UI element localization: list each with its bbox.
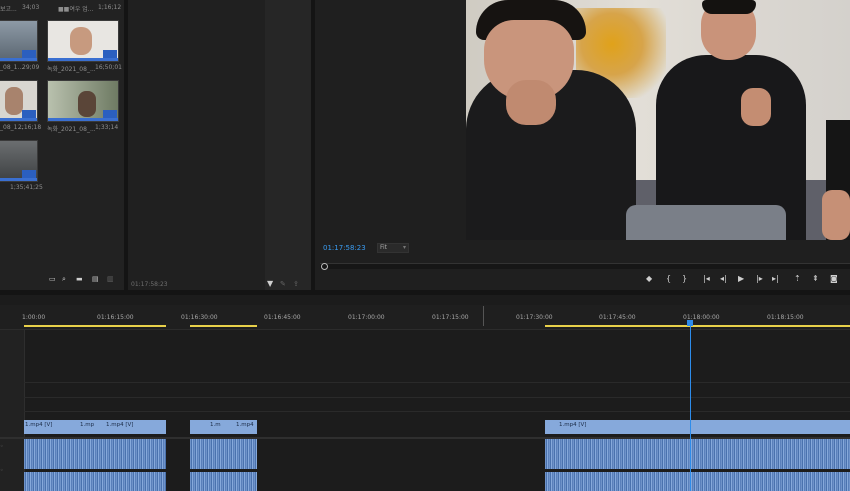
export-frame-icon[interactable]: ◙ xyxy=(830,274,838,284)
track-header-column xyxy=(0,330,25,491)
work-area-bar xyxy=(545,325,850,327)
program-video-frame[interactable] xyxy=(466,0,850,240)
work-area-bar xyxy=(190,325,257,327)
project-thumbnail[interactable] xyxy=(47,80,119,122)
track-divider xyxy=(24,382,850,383)
folder-icon[interactable]: ▬ xyxy=(76,274,83,284)
ruler-center-mark xyxy=(483,306,484,326)
ruler-tick-label: 01:16:15:00 xyxy=(97,314,134,321)
program-timecode[interactable]: 01:17:58:23 xyxy=(323,244,366,252)
track-divider xyxy=(24,411,850,412)
fit-dropdown[interactable]: Fit ▾ xyxy=(377,243,409,253)
person-right-hand xyxy=(741,88,771,126)
wrench-icon[interactable]: ✎ xyxy=(280,279,286,289)
project-thumbnail[interactable] xyxy=(0,80,38,122)
audio-track-icon[interactable]: ◦ xyxy=(0,466,4,476)
new-bin-icon[interactable]: ▭ xyxy=(49,274,56,284)
video-clip[interactable]: 1.mp4 [V] 1.mp 1.mp4 [V] xyxy=(24,420,166,434)
step-forward-icon[interactable]: |▸ xyxy=(756,274,763,284)
play-icon[interactable]: ▶ xyxy=(738,274,744,284)
person-edge-arm xyxy=(822,190,850,240)
source-panel-inner xyxy=(265,0,311,290)
project-thumbnail[interactable] xyxy=(0,20,38,62)
extract-icon[interactable]: ⇞ xyxy=(812,274,819,284)
project-item-duration: 1;33;14 xyxy=(95,124,119,131)
project-item-duration: 1;35;41;25 xyxy=(10,184,43,191)
project-item-duration: 29;09 xyxy=(22,64,40,71)
video-clip[interactable]: 1.mp4 [V] xyxy=(545,420,850,434)
mark-in-icon[interactable]: { xyxy=(666,274,671,284)
source-panel xyxy=(128,0,265,290)
clip-label: 1.mp4 [V] xyxy=(25,422,53,428)
project-item-name: ■■여우 업... xyxy=(58,6,94,13)
lift-icon[interactable]: ⇡ xyxy=(794,274,801,284)
audio-track-icon[interactable]: ◦ xyxy=(0,442,4,452)
ruler-tick-label: 01:17:30:00 xyxy=(516,314,553,321)
audio-clip[interactable] xyxy=(24,472,166,491)
project-item-name: 녹화_2021_08_... xyxy=(47,126,96,133)
timeline-playhead-line[interactable] xyxy=(690,326,691,491)
clip-label: 1.m xyxy=(210,422,221,428)
ruler-tick-label: 01:16:30:00 xyxy=(181,314,218,321)
ruler-tick-label: 01:17:45:00 xyxy=(599,314,636,321)
audio-clip[interactable] xyxy=(190,439,257,469)
step-back-icon[interactable]: ◂| xyxy=(720,274,727,284)
go-to-in-icon[interactable]: |◂ xyxy=(703,274,710,284)
project-item-duration: 16;50;01 xyxy=(95,64,122,71)
clip-label: 1.mp4 [V] xyxy=(106,422,134,428)
person-right-hair xyxy=(702,0,756,14)
ruler-tick-label: 01:18:15:00 xyxy=(767,314,804,321)
mark-out-icon[interactable]: } xyxy=(682,274,687,284)
project-item-name: 녹화_2021_08_... xyxy=(47,66,96,73)
new-item-icon[interactable]: ▤ xyxy=(92,274,99,284)
track-divider xyxy=(24,397,850,398)
fit-dropdown-label: Fit xyxy=(380,244,388,251)
audio-clip[interactable] xyxy=(24,439,166,469)
project-item-duration: 34;03 xyxy=(22,4,40,11)
work-area-bar xyxy=(24,325,166,327)
person-right-pants xyxy=(626,205,786,240)
clip-label: 1.mp4 xyxy=(236,422,254,428)
export-icon[interactable]: ⇪ xyxy=(293,279,299,289)
search-icon[interactable]: ⌕ xyxy=(62,274,66,284)
person-left-hand xyxy=(506,80,556,125)
ruler-tick-label: 01:16:45:00 xyxy=(264,314,301,321)
project-thumbnail[interactable] xyxy=(0,140,38,182)
trash-icon[interactable]: ▥ xyxy=(107,274,114,284)
marker-icon[interactable]: ◆ xyxy=(646,274,652,284)
clip-label: 1.mp4 [V] xyxy=(559,422,587,428)
ruler-tick-label: 1:00:00 xyxy=(22,314,46,321)
clip-label: 1.mp xyxy=(80,422,95,428)
project-item-duration: 1;16;12 xyxy=(98,4,122,11)
program-scrub-bar[interactable] xyxy=(320,263,850,269)
project-item-duration: 2;16;18 xyxy=(18,124,42,131)
audio-clip[interactable] xyxy=(190,472,257,491)
project-item-name: 보고... xyxy=(0,6,17,13)
ruler-tick-label: 01:17:00:00 xyxy=(348,314,385,321)
source-timecode: 01:17:58:23 xyxy=(131,281,168,288)
chevron-down-icon: ▾ xyxy=(402,244,406,251)
audio-clip[interactable] xyxy=(545,439,850,469)
go-to-out-icon[interactable]: ▸| xyxy=(772,274,779,284)
video-clip[interactable]: 1.m 1.mp4 xyxy=(190,420,257,434)
project-panel: 보고... 34;03 ■■여우 업... 1;16;12 _08_1... 2… xyxy=(0,0,124,290)
scrub-playhead[interactable] xyxy=(321,263,328,270)
project-thumbnail[interactable] xyxy=(47,20,119,62)
ruler-tick-label: 01:17:15:00 xyxy=(432,314,469,321)
project-item-name: _08_1... xyxy=(0,64,24,71)
audio-clip[interactable] xyxy=(545,472,850,491)
filter-icon[interactable]: ▼ xyxy=(267,279,273,289)
